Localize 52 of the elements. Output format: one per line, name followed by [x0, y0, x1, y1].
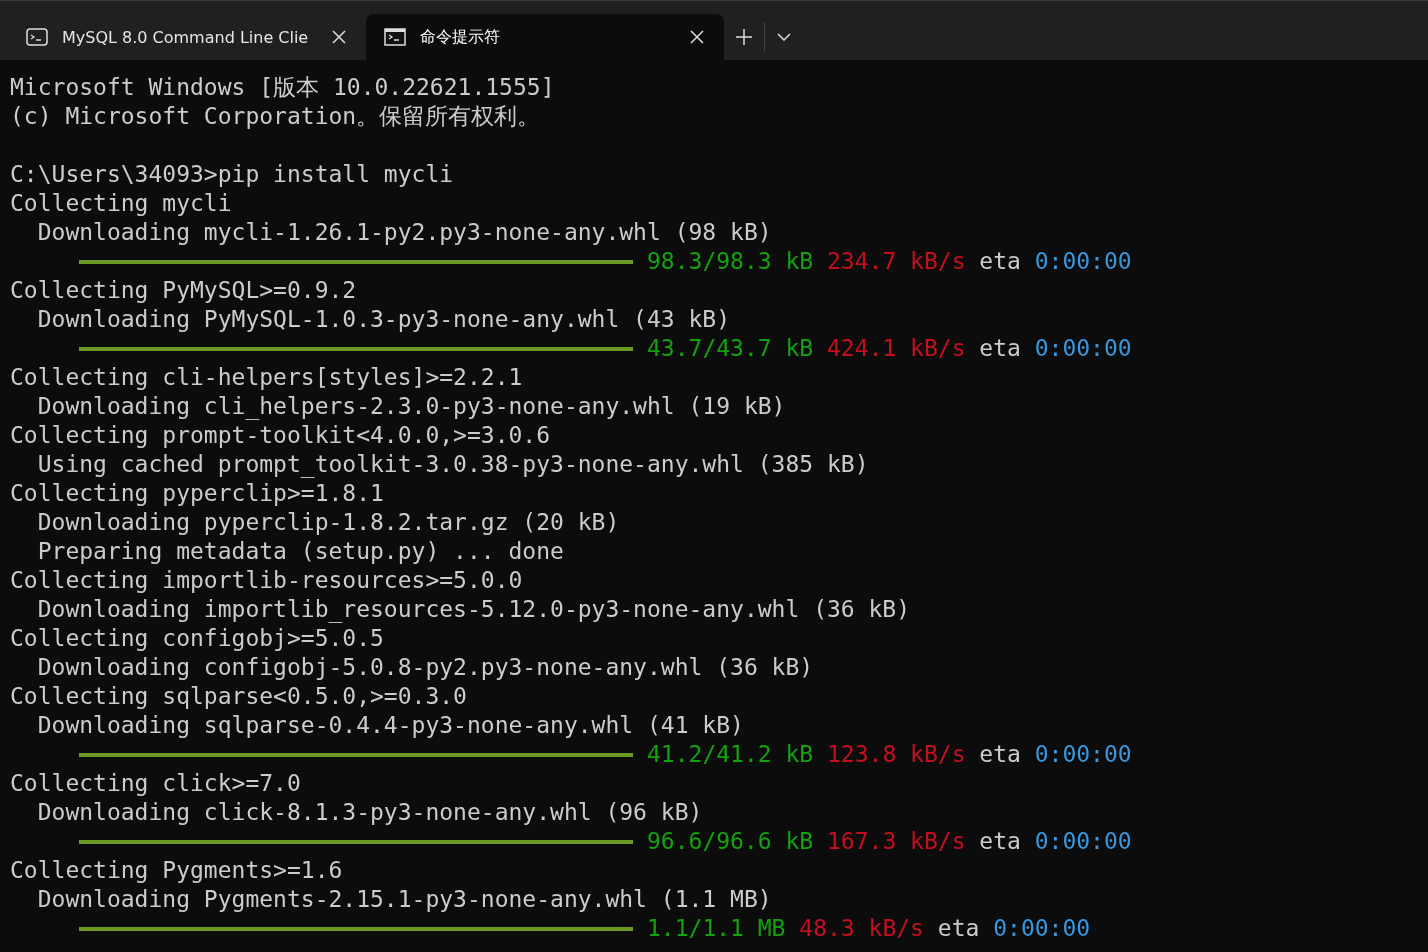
- eta-label: eta: [979, 247, 1021, 276]
- terminal-line: Downloading PyMySQL-1.0.3-py3-none-any.whl (43 kB): [36, 305, 731, 334]
- terminal-line: Collecting click>=7.0: [10, 769, 301, 798]
- eta-time: 0:00:00: [1034, 334, 1132, 363]
- download-amount: 41.2/41.2 kB: [647, 740, 814, 769]
- plus-icon: [736, 29, 752, 45]
- eta-label: eta: [979, 334, 1021, 363]
- eta-time: 0:00:00: [1034, 827, 1132, 856]
- terminal-line: Downloading sqlparse-0.4.4-py3-none-any.whl (41 kB): [36, 711, 744, 740]
- terminal-line: Collecting pyperclip>=1.8.1: [10, 479, 384, 508]
- tab[interactable]: MySQL 8.0 Command Line Clie: [8, 14, 366, 60]
- eta-label: eta: [979, 740, 1021, 769]
- close-icon: [690, 30, 704, 44]
- download-amount: 43.7/43.7 kB: [647, 334, 814, 363]
- terminal-line: Collecting importlib-resources>=5.0.0: [10, 566, 523, 595]
- download-speed: 167.3 kB/s: [827, 827, 966, 856]
- tab[interactable]: 命令提示符: [366, 14, 724, 60]
- command-prompt-icon: [26, 27, 48, 47]
- download-speed: 48.3 kB/s: [799, 914, 924, 943]
- download-amount: 96.6/96.6 kB: [647, 827, 814, 856]
- eta-time: 0:00:00: [1034, 740, 1132, 769]
- terminal-line: Downloading click-8.1.3-py3-none-any.whl (96 kB): [36, 798, 703, 827]
- download-amount: 1.1/1.1 MB: [647, 914, 786, 943]
- eta-label: eta: [937, 914, 980, 943]
- terminal-line: Downloading cli_helpers-2.3.0-py3-none-any.whl (19 kB): [36, 392, 786, 421]
- download-speed: 234.7 kB/s: [827, 247, 966, 276]
- download-speed: 424.1 kB/s: [827, 334, 966, 363]
- eta-time: 0:00:00: [993, 914, 1091, 943]
- terminal-line: Collecting mycli: [10, 189, 232, 218]
- terminal-line: Collecting PyMySQL>=0.9.2: [10, 276, 357, 305]
- terminal-line: Preparing metadata (setup.py) ... done: [36, 537, 564, 566]
- terminal-line: C:\Users\34093>pip install mycli: [10, 160, 454, 189]
- terminal-line: Using cached prompt_toolkit-3.0.38-py3-none-any.whl (385 kB): [36, 450, 869, 479]
- download-speed: 123.8 kB/s: [827, 740, 966, 769]
- terminal-line: Collecting configobj>=5.0.5: [10, 624, 384, 653]
- eta-time: 0:00:00: [1034, 247, 1132, 276]
- terminal-line: Downloading pyperclip-1.8.2.tar.gz (20 kB): [36, 508, 620, 537]
- terminal-line: Collecting prompt-toolkit<4.0.0,>=3.0.6: [10, 421, 551, 450]
- terminal-line: Collecting sqlparse<0.5.0,>=0.3.0: [10, 682, 467, 711]
- download-amount: 98.3/98.3 kB: [647, 247, 814, 276]
- eta-label: eta: [979, 827, 1021, 856]
- terminal-line: (c) Microsoft Corporation。保留所有权利。: [10, 102, 541, 131]
- terminal-line: Collecting cli-helpers[styles]>=2.2.1: [10, 363, 523, 392]
- close-icon: [332, 30, 346, 44]
- terminal-line: Downloading configobj-5.0.8-py2.py3-none-any.whl (36 kB): [36, 653, 814, 682]
- terminal-line: Downloading importlib_resources-5.12.0-py3-none-any.whl (36 kB): [36, 595, 911, 624]
- terminal-line: Microsoft Windows [版本 10.0.22621.1555]: [10, 73, 555, 102]
- terminal-line: Collecting Pygments>=1.6: [10, 856, 343, 885]
- terminal-line: Downloading mycli-1.26.1-py2.py3-none-any.whl (98 kB): [36, 218, 772, 247]
- console-icon: [384, 27, 406, 47]
- chevron-down-icon: [777, 33, 791, 41]
- terminal-line: Downloading Pygments-2.15.1-py3-none-any.whl (1.1 MB): [36, 885, 772, 914]
